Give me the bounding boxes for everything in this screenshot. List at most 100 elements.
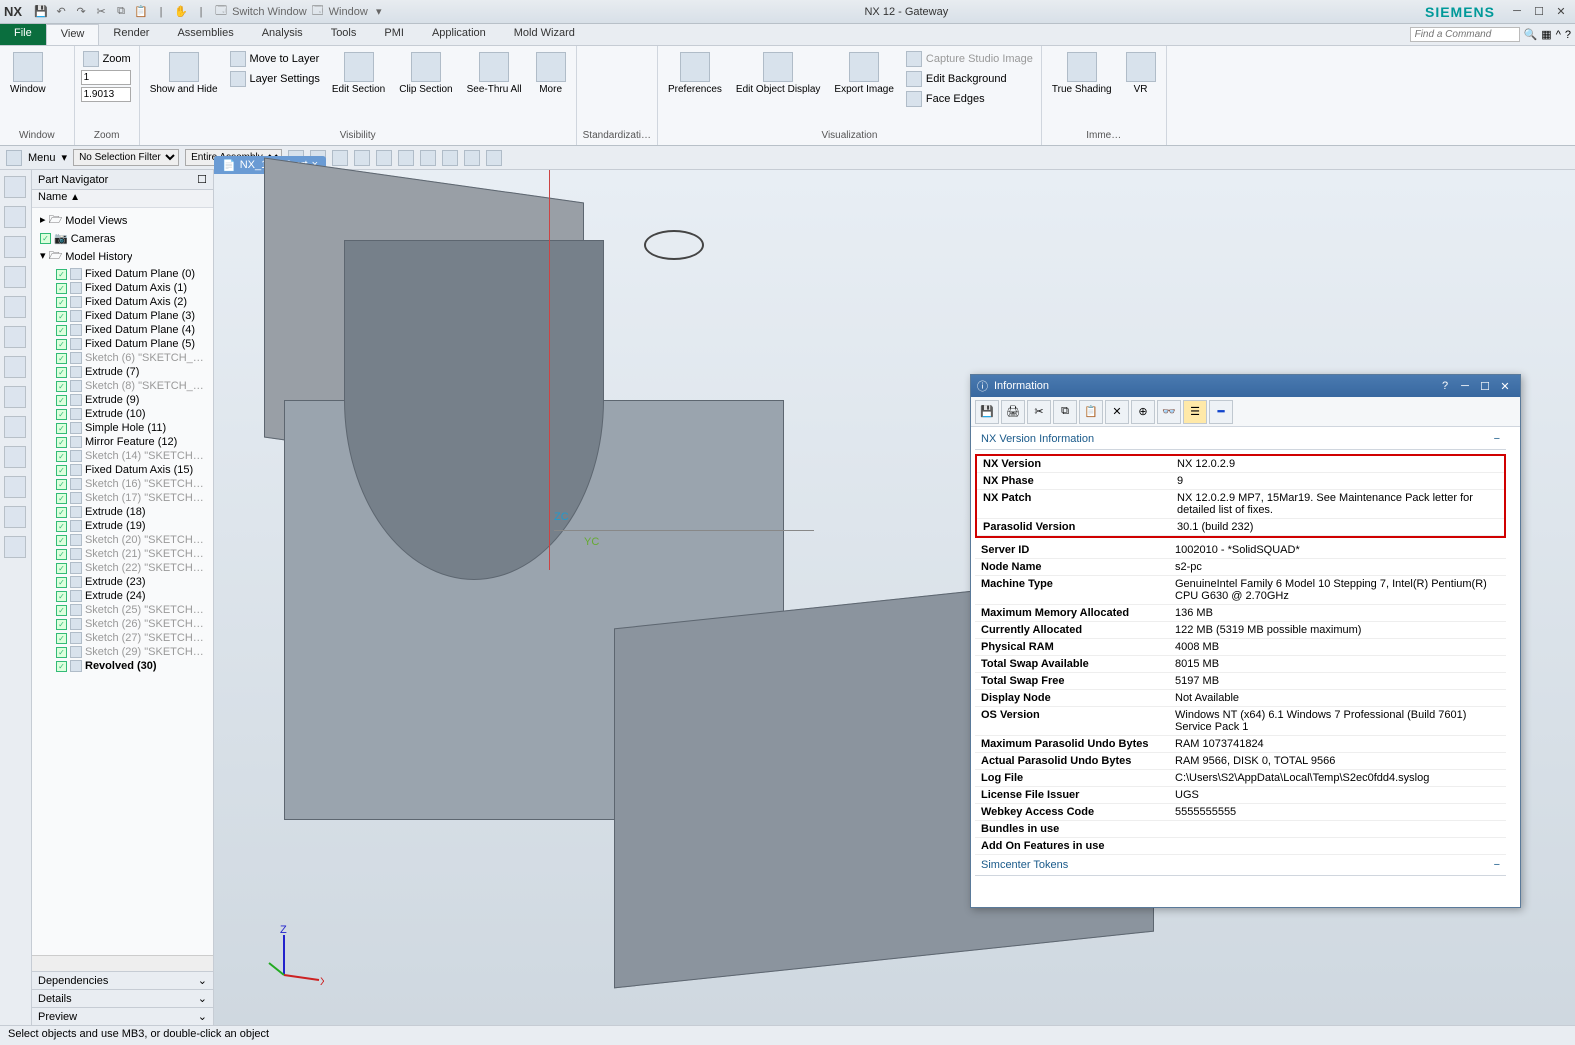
more-visibility-button[interactable]: More [532, 50, 570, 97]
cut-icon[interactable]: ✂ [92, 3, 110, 21]
dialog-minimize-icon[interactable]: ─ [1456, 380, 1474, 393]
tools-icon[interactable] [4, 476, 26, 498]
tree-item[interactable]: ✓Sketch (20) "SKETCH_… [34, 533, 211, 547]
dialog-maximize-icon[interactable]: ☐ [1476, 380, 1494, 393]
layer-settings-button[interactable]: Layer Settings [228, 70, 322, 88]
tab-view[interactable]: View [46, 24, 100, 45]
export-image-button[interactable]: Export Image [830, 50, 897, 97]
assembly-navigator-icon[interactable] [4, 236, 26, 258]
tree-model-history[interactable]: ▾ 🗁 Model History [34, 246, 211, 267]
tb-icon7[interactable] [420, 150, 436, 166]
tree-item[interactable]: ✓Sketch (25) "SKETCH_… [34, 603, 211, 617]
copy-icon[interactable]: ⧉ [112, 3, 130, 21]
view-icon[interactable] [4, 326, 26, 348]
face-edges-button[interactable]: Face Edges [904, 90, 1035, 108]
edit-section-button[interactable]: Edit Section [328, 50, 389, 97]
zoom-scale-input[interactable] [81, 70, 131, 85]
tree-item[interactable]: ✓Fixed Datum Axis (1) [34, 281, 211, 295]
navigator-pin-icon[interactable]: ☐ [197, 173, 207, 186]
window-button[interactable]: Window [6, 50, 50, 97]
tab-tools[interactable]: Tools [317, 24, 371, 45]
tree-item[interactable]: ✓Sketch (27) "SKETCH_… [34, 631, 211, 645]
move-to-layer-button[interactable]: Move to Layer [228, 50, 322, 68]
tree-item[interactable]: ✓Extrude (24) [34, 589, 211, 603]
search-icon[interactable]: 🔍 [1524, 28, 1538, 41]
help-icon[interactable]: ? [1565, 29, 1571, 41]
tree-item[interactable]: ✓Extrude (9) [34, 393, 211, 407]
options-icon[interactable]: ▦ [1541, 28, 1551, 41]
paste-icon[interactable]: 📋 [132, 3, 150, 21]
reuse-library-icon[interactable] [4, 296, 26, 318]
true-shading-button[interactable]: True Shading [1048, 50, 1116, 97]
capture-studio-button[interactable]: Capture Studio Image [904, 50, 1035, 68]
selection-filter-select[interactable]: No Selection Filter [73, 149, 179, 166]
section-simcenter-tokens[interactable]: Simcenter Tokens− [975, 855, 1506, 876]
see-thru-button[interactable]: See-Thru All [463, 50, 526, 97]
roles-icon[interactable] [4, 506, 26, 528]
tree-cameras[interactable]: ✓ 📷 Cameras [34, 231, 211, 246]
tree-item[interactable]: ✓Mirror Feature (12) [34, 435, 211, 449]
graphics-viewport[interactable]: 📄 NX_12.0.0.prt × ZCYC ZX ⓘ Information … [214, 170, 1575, 1025]
tab-analysis[interactable]: Analysis [248, 24, 317, 45]
minimize-button[interactable]: ─ [1507, 5, 1527, 18]
list-icon[interactable]: ☰ [1183, 400, 1207, 424]
collapse-icon[interactable]: ━ [1209, 400, 1233, 424]
navigator-dependencies[interactable]: Dependencies⌄ [32, 971, 213, 989]
settings-icon[interactable] [4, 176, 26, 198]
menu-icon[interactable] [6, 150, 22, 166]
tab-file[interactable]: File [0, 24, 46, 45]
tb-icon6[interactable] [398, 150, 414, 166]
tree-item[interactable]: ✓Simple Hole (11) [34, 421, 211, 435]
collapse-ribbon-icon[interactable]: ^ [1556, 29, 1561, 41]
undo-icon[interactable]: ↶ [52, 3, 70, 21]
command-search-input[interactable] [1410, 27, 1520, 42]
tree-model-views[interactable]: ▸ 🗁 Model Views [34, 210, 211, 231]
tb-icon4[interactable] [354, 150, 370, 166]
dialog-close-icon[interactable]: ✕ [1496, 380, 1514, 393]
tb-icon8[interactable] [442, 150, 458, 166]
navigator-details[interactable]: Details⌄ [32, 989, 213, 1007]
clock-icon[interactable] [4, 446, 26, 468]
clip-section-button[interactable]: Clip Section [395, 50, 456, 97]
tab-render[interactable]: Render [99, 24, 163, 45]
tb-icon10[interactable] [486, 150, 502, 166]
redo-icon[interactable]: ↷ [72, 3, 90, 21]
paste-info-icon[interactable]: 📋 [1079, 400, 1103, 424]
navigator-column-name[interactable]: Name ▲ [32, 190, 213, 208]
switch-window-icon[interactable]: 🗔 [212, 3, 230, 21]
switch-window-button[interactable]: Switch Window [232, 3, 307, 21]
maximize-button[interactable]: ☐ [1529, 5, 1549, 18]
tb-icon5[interactable] [376, 150, 392, 166]
misc-icon[interactable] [4, 536, 26, 558]
zoom-value-input[interactable] [81, 87, 131, 102]
target-icon[interactable]: ⊕ [1131, 400, 1155, 424]
tree-item[interactable]: ✓Sketch (22) "SKETCH_… [34, 561, 211, 575]
layers-icon[interactable] [4, 356, 26, 378]
cut-info-icon[interactable]: ✂ [1027, 400, 1051, 424]
save-info-icon[interactable]: 💾 [975, 400, 999, 424]
glasses-icon[interactable]: 👓 [1157, 400, 1181, 424]
tree-item[interactable]: ✓Fixed Datum Plane (4) [34, 323, 211, 337]
tab-pmi[interactable]: PMI [370, 24, 418, 45]
tree-item[interactable]: ✓Sketch (6) "SKETCH_0… [34, 351, 211, 365]
show-hide-button[interactable]: Show and Hide [146, 50, 222, 97]
tree-item[interactable]: ✓Fixed Datum Plane (5) [34, 337, 211, 351]
edit-background-button[interactable]: Edit Background [904, 70, 1035, 88]
tree-item[interactable]: ✓Extrude (19) [34, 519, 211, 533]
copy-info-icon[interactable]: ⧉ [1053, 400, 1077, 424]
tab-application[interactable]: Application [418, 24, 500, 45]
navigator-preview[interactable]: Preview⌄ [32, 1007, 213, 1025]
tree-item[interactable]: ✓Extrude (18) [34, 505, 211, 519]
vr-button[interactable]: VR [1122, 50, 1160, 97]
delete-info-icon[interactable]: ✕ [1105, 400, 1129, 424]
tree-item[interactable]: ✓Fixed Datum Plane (0) [34, 267, 211, 281]
tree-item[interactable]: ✓Fixed Datum Axis (2) [34, 295, 211, 309]
tab-assemblies[interactable]: Assemblies [163, 24, 247, 45]
tree-item[interactable]: ✓Sketch (14) "SKETCH_… [34, 449, 211, 463]
section-nx-version[interactable]: NX Version Information− [975, 429, 1506, 450]
tree-item[interactable]: ✓Sketch (8) "SKETCH_0… [34, 379, 211, 393]
zoom-button[interactable]: Zoom [81, 50, 133, 68]
history-icon[interactable] [4, 416, 26, 438]
tb-icon9[interactable] [464, 150, 480, 166]
constraint-navigator-icon[interactable] [4, 266, 26, 288]
